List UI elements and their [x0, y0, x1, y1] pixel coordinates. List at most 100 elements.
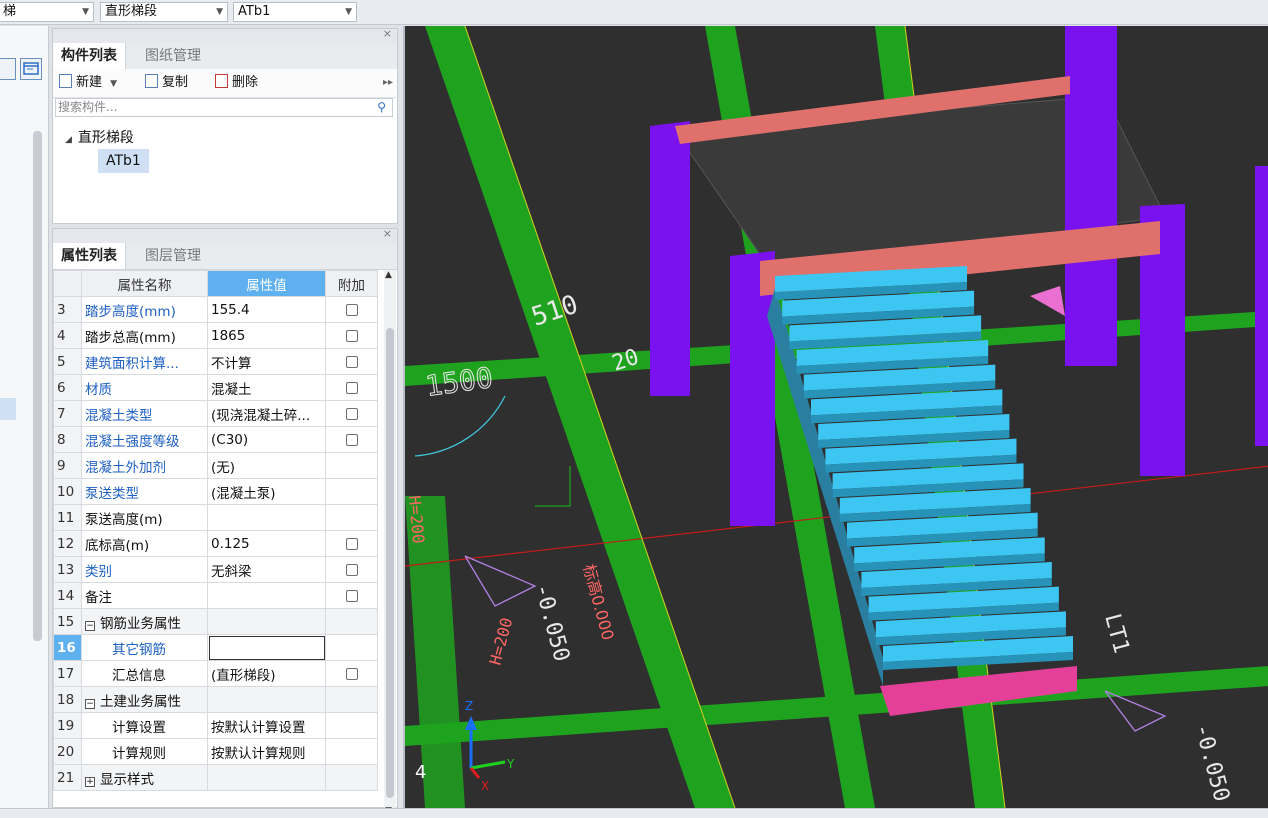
close-icon[interactable]: × — [383, 227, 392, 240]
tab-property-list[interactable]: 属性列表 — [53, 243, 126, 269]
property-row[interactable]: 3 踏步高度(mm) 155.4 — [53, 296, 378, 323]
property-value[interactable]: (混凝土泵) — [207, 478, 326, 505]
tree-node-atb1[interactable]: ATb1 — [98, 149, 149, 173]
name-header[interactable]: 属性名称 — [81, 270, 208, 297]
tab-layer-management[interactable]: 图层管理 — [137, 243, 209, 269]
property-value[interactable]: 混凝土 — [207, 374, 326, 401]
tab-component-list[interactable]: 构件列表 — [53, 43, 126, 69]
property-scrollbar[interactable]: ▲ ▼ — [384, 270, 396, 816]
property-value[interactable] — [207, 504, 326, 531]
row-number: 21 — [53, 764, 82, 791]
property-row[interactable]: 6 材质 混凝土 — [53, 374, 378, 401]
elevation-label-c: 标高0.000 — [579, 562, 617, 642]
property-value[interactable] — [207, 764, 326, 791]
property-name-label: 其它钢筋 — [112, 641, 166, 658]
property-name: 踏步高度(mm) — [81, 296, 208, 323]
expand-icon[interactable]: + — [85, 776, 95, 787]
property-value[interactable]: (C30) — [207, 426, 326, 453]
nav-tree-button[interactable] — [0, 58, 16, 80]
property-row[interactable]: 13 类别 无斜梁 — [53, 556, 378, 583]
property-name: 混凝土强度等级 — [81, 426, 208, 453]
row-number: 8 — [53, 426, 82, 453]
collapse-icon[interactable]: − — [85, 620, 95, 631]
nav-scrollbar[interactable] — [33, 131, 42, 641]
property-row[interactable]: 17 汇总信息 (直形梯段) — [53, 660, 378, 687]
property-row[interactable]: 11 泵送高度(m) — [53, 504, 378, 531]
property-name: − 钢筋业务属性 — [81, 608, 208, 635]
property-value[interactable] — [207, 582, 326, 609]
extra-checkbox[interactable] — [345, 355, 358, 368]
property-value[interactable]: (无) — [207, 452, 326, 479]
extra-checkbox[interactable] — [345, 589, 358, 602]
property-list-panel: × 属性列表 图层管理 属性名称 属性值 附加 3 踏步高度(mm) 155.4 4 踏… — [52, 227, 398, 816]
nav-selected-item[interactable] — [0, 398, 16, 420]
extra-checkbox[interactable] — [345, 303, 358, 316]
property-row[interactable]: 5 建筑面积计算... 不计算 — [53, 348, 378, 375]
property-row[interactable]: 9 混凝土外加剂 (无) — [53, 452, 378, 479]
property-value[interactable] — [207, 634, 326, 661]
property-row[interactable]: 10 泵送类型 (混凝土泵) — [53, 478, 378, 505]
collapse-icon[interactable]: − — [85, 698, 95, 709]
property-row[interactable]: 16 其它钢筋 — [53, 634, 378, 661]
property-value[interactable]: 无斜梁 — [207, 556, 326, 583]
3d-viewport[interactable]: 510 1500 20 -0.050 标高0.000 -0.050 LT1 H=… — [403, 26, 1268, 808]
extra-checkbox[interactable] — [345, 433, 358, 446]
property-row[interactable]: 19 计算设置 按默认计算设置 — [53, 712, 378, 739]
property-value[interactable]: 按默认计算设置 — [207, 712, 326, 739]
scroll-up-icon[interactable]: ▲ — [385, 270, 392, 280]
property-row[interactable]: 7 混凝土类型 (现浇混凝土碎... — [53, 400, 378, 427]
row-number: 12 — [53, 530, 82, 557]
property-value[interactable]: 按默认计算规则 — [207, 738, 326, 765]
tab-drawing-management[interactable]: 图纸管理 — [137, 43, 209, 69]
copy-button[interactable]: 复制 — [145, 74, 188, 92]
row-number: 9 — [53, 452, 82, 479]
column — [1065, 26, 1117, 366]
property-value[interactable]: (现浇混凝土碎... — [207, 400, 326, 427]
more-icon[interactable]: ▸▸ — [383, 74, 393, 92]
floor-dropdown[interactable]: 梯 ▼ — [0, 2, 94, 22]
extra-checkbox[interactable] — [345, 407, 358, 420]
nav-window-button[interactable] — [20, 58, 42, 80]
search-input[interactable]: 搜索构件... ⚲ — [55, 98, 393, 117]
scrollbar-thumb[interactable] — [386, 328, 394, 798]
extra-cell — [325, 322, 378, 349]
expand-triangle-icon[interactable]: ◢ — [65, 135, 72, 145]
property-value[interactable]: 不计算 — [207, 348, 326, 375]
property-row[interactable]: 14 备注 — [53, 582, 378, 609]
row-number: 20 — [53, 738, 82, 765]
property-value[interactable]: 155.4 — [207, 296, 326, 323]
property-row[interactable]: 20 计算规则 按默认计算规则 — [53, 738, 378, 765]
property-row[interactable]: 8 混凝土强度等级 (C30) — [53, 426, 378, 453]
value-header[interactable]: 属性值 — [207, 270, 326, 297]
property-name-label: 钢筋业务属性 — [100, 615, 181, 632]
extra-header[interactable]: 附加 — [325, 270, 378, 297]
property-value[interactable]: 1865 — [207, 322, 326, 349]
property-value[interactable] — [207, 608, 326, 635]
extra-cell — [325, 530, 378, 557]
property-value[interactable]: 0.125 — [207, 530, 326, 557]
delete-button[interactable]: 删除 — [215, 74, 258, 92]
extra-checkbox[interactable] — [345, 329, 358, 342]
row-number: 19 — [53, 712, 82, 739]
extra-cell — [325, 738, 378, 765]
close-icon[interactable]: × — [383, 27, 392, 40]
property-row[interactable]: 4 踏步总高(mm) 1865 — [53, 322, 378, 349]
tree-node-straight-stair[interactable]: ◢ 直形梯段 — [65, 127, 134, 147]
property-row[interactable]: 15− 钢筋业务属性 — [53, 608, 378, 635]
extra-checkbox[interactable] — [345, 563, 358, 576]
property-name-label: 泵送类型 — [85, 485, 139, 502]
extra-checkbox[interactable] — [345, 667, 358, 680]
property-value[interactable] — [207, 686, 326, 713]
property-row[interactable]: 21 + 显示样式 — [53, 764, 378, 791]
component-name-dropdown[interactable]: ATb1 ▼ — [233, 2, 357, 22]
property-value[interactable]: (直形梯段) — [207, 660, 326, 687]
property-row[interactable]: 18− 土建业务属性 — [53, 686, 378, 713]
property-row[interactable]: 12 底标高(m) 0.125 — [53, 530, 378, 557]
search-icon[interactable]: ⚲ — [377, 99, 386, 116]
extra-cell — [325, 764, 378, 791]
component-type-dropdown[interactable]: 直形梯段 ▼ — [100, 2, 228, 22]
new-button[interactable]: 新建 ▼ — [59, 74, 117, 92]
extra-checkbox[interactable] — [345, 381, 358, 394]
extra-checkbox[interactable] — [345, 537, 358, 550]
scene-canvas[interactable]: 510 1500 20 -0.050 标高0.000 -0.050 LT1 H=… — [405, 26, 1268, 808]
